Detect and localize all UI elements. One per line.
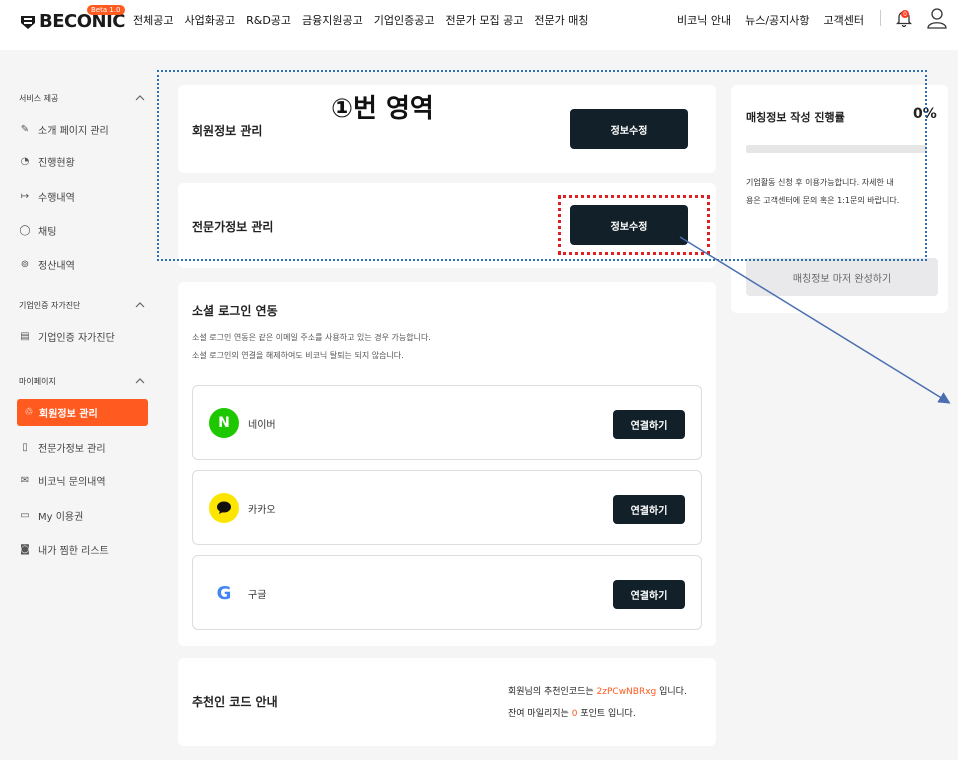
naver-icon: N [209,408,239,438]
document-icon: ▯ [22,442,28,453]
referral-code-prefix: 회원님의 추천인코드는 [508,687,597,697]
mail-icon: ✉ [20,475,30,486]
nav-commercialization[interactable]: 사업화공고 [184,12,235,28]
logo[interactable]: BECONIC Beta 1.0 [19,5,126,32]
sidebar-item-label: 채팅 [38,227,57,238]
nav-about[interactable]: 비코닉 안내 [677,12,731,28]
social-row-kakao: 카카오 연결하기 [192,470,702,545]
sidebar-item-label: 진행현황 [38,158,75,169]
nav-expert-matching[interactable]: 전문가 매칭 [534,12,588,28]
sidebar-item-label: 회원정보 관리 [39,409,98,420]
sidebar-item-label: 내가 찜한 리스트 [38,546,109,557]
user-icon[interactable] [926,6,948,30]
mileage-prefix: 잔여 마일리지는 [508,709,572,719]
sidebar-item-member-info[interactable]: ♲ 회원정보 관리 [17,399,148,426]
user-settings-icon: ♲ [24,407,34,418]
sidebar-item-label: My 이용권 [38,512,84,523]
referral-title: 추천인 코드 안내 [192,695,278,709]
main-nav: 전체공고 사업화공고 R&D공고 금융지원공고 기업인증공고 전문가 모집 공고… [133,12,599,28]
sidebar-section-service: 서비스 제공 [19,94,59,103]
logo-icon [21,15,35,29]
nav-certification[interactable]: 기업인증공고 [374,12,435,28]
social-row-google: G 구글 연결하기 [192,555,702,630]
sidebar-item-label: 기업인증 자가진단 [38,333,115,344]
sidebar-item-label: 비코닉 문의내역 [38,477,106,488]
nav-all-notices[interactable]: 전체공고 [133,12,173,28]
referral-code-suffix: 입니다. [656,687,687,697]
utility-nav: 비코닉 안내 뉴스/공지사항 고객센터 [677,12,878,28]
sidebar-item-expert-info[interactable]: ▯ 전문가정보 관리 [19,440,106,455]
sidebar-item-settlement[interactable]: ⊚ 정산내역 [19,257,75,272]
social-login-title: 소셜 로그인 연동 [192,304,278,318]
mileage-suffix: 포인트 입니다. [577,709,636,719]
top-header: BECONIC Beta 1.0 전체공고 사업화공고 R&D공고 금융지원공고… [0,0,958,50]
referral-card: 추천인 코드 안내 회원님의 추천인코드는 2zPCwNBRxg 입니다. 잔여… [178,658,716,746]
naver-connect-button[interactable]: 연결하기 [613,410,685,439]
chevron-up-icon[interactable] [135,94,145,102]
nav-news[interactable]: 뉴스/공지사항 [745,12,809,28]
chevron-up-icon[interactable] [135,301,145,309]
sidebar-item-wishlist[interactable]: ◙ 내가 찜한 리스트 [19,542,109,557]
naver-label: 네이버 [248,420,276,431]
social-row-naver: N 네이버 연결하기 [192,385,702,460]
header-divider [880,10,881,26]
sidebar-item-inquiries[interactable]: ✉ 비코닉 문의내역 [19,473,106,488]
chevron-up-icon[interactable] [135,377,145,385]
kakao-connect-button[interactable]: 연결하기 [613,495,685,524]
sidebar-item-self-diagnosis[interactable]: ▤ 기업인증 자가진단 [19,329,115,344]
checklist-icon: ▤ [20,331,30,342]
edit-icon: ✎ [20,124,30,135]
ticket-icon: ▭ [20,510,30,521]
sidebar-item-my-pass[interactable]: ▭ My 이용권 [19,508,83,523]
nav-expert-recruit[interactable]: 전문가 모집 공고 [446,12,524,28]
complete-matching-button[interactable]: 매칭정보 마저 완성하기 [746,258,938,296]
sidebar-item-label: 전문가정보 관리 [38,444,106,455]
social-login-desc-1: 소셜 로그인 연동은 같은 이메일 주소를 사용하고 있는 경우 가능합니다. [192,333,431,342]
referral-code-line: 회원님의 추천인코드는 2zPCwNBRxg 입니다. [508,684,687,697]
nav-finance[interactable]: 금융지원공고 [302,12,363,28]
sidebar-section-mypage: 마이페이지 [19,377,56,386]
sidebar-item-label: 정산내역 [38,261,75,272]
annotation-area-box [157,70,927,261]
kakao-icon [209,493,239,523]
nav-rnd[interactable]: R&D공고 [246,12,291,28]
bell-icon[interactable]: 0 [896,8,912,28]
clock-icon: ◔ [20,156,30,167]
sidebar-item-progress[interactable]: ◔ 진행현황 [19,154,75,169]
google-label: 구글 [248,590,267,601]
referral-code: 2zPCwNBRxg [596,687,657,697]
money-icon: ⊚ [20,259,30,270]
sidebar-item-chat[interactable]: ◯ 채팅 [19,223,56,238]
sidebar-item-history[interactable]: ↦ 수행내역 [19,189,75,204]
sidebar-item-label: 소개 페이지 관리 [38,126,109,137]
kakao-label: 카카오 [248,505,276,516]
beta-badge: Beta 1.0 [87,5,125,15]
social-login-desc-2: 소셜 로그인의 연결을 해제하여도 비코닉 탈퇴는 되지 않습니다. [192,351,404,360]
sidebar-item-label: 수행내역 [38,193,75,204]
google-connect-button[interactable]: 연결하기 [613,580,685,609]
sidebar-section-cert: 기업인증 자가진단 [19,301,81,310]
google-icon: G [209,578,239,608]
bookmark-icon: ◙ [20,544,30,555]
annotation-label: ①번 영역 [331,94,434,124]
arrow-right-icon: ↦ [20,191,30,202]
chat-icon: ◯ [19,225,31,236]
annotation-highlight-box [558,195,710,255]
mileage-line: 잔여 마일리지는 0 포인트 입니다. [508,706,636,719]
nav-support[interactable]: 고객센터 [824,12,864,28]
notification-count: 0 [903,11,907,18]
sidebar-item-intro-page[interactable]: ✎ 소개 페이지 관리 [19,122,109,137]
